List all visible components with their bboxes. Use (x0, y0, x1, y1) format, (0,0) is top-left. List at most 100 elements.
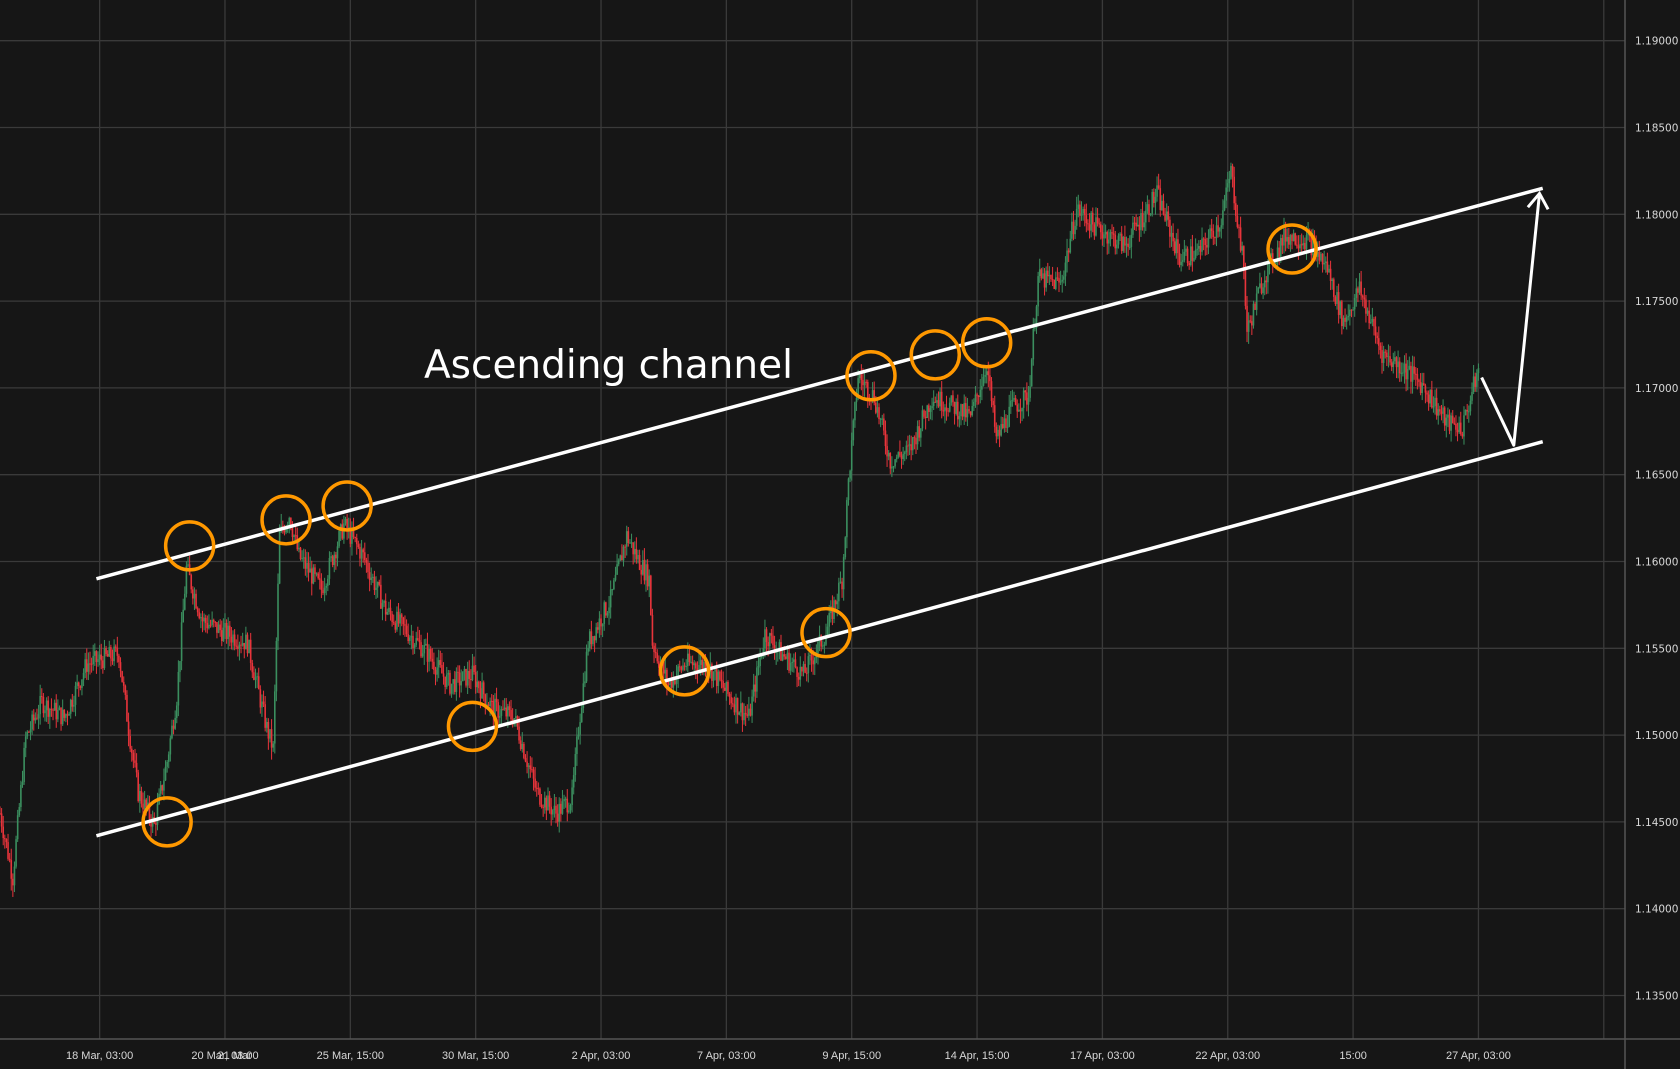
candle-down (237, 646, 239, 649)
candle-down (1381, 350, 1383, 363)
candle-up (1286, 237, 1289, 242)
candle-up (272, 743, 274, 748)
candle-down (733, 704, 736, 713)
candle-up (211, 619, 213, 625)
candle-up (15, 839, 17, 867)
candle-down (523, 743, 525, 758)
candle-down (259, 689, 262, 708)
candle-up (1048, 275, 1051, 277)
candle-up (315, 573, 318, 575)
candle-up (245, 634, 247, 650)
candle-up (447, 672, 450, 675)
candle-down (918, 426, 921, 438)
candle-up (569, 804, 572, 811)
candle-up (1349, 309, 1351, 316)
x-tick-label: 25 Mar, 15:00 (317, 1050, 384, 1062)
candle-down (155, 823, 157, 825)
candle-down (161, 785, 164, 791)
candle-up (606, 613, 609, 616)
candle-up (576, 736, 578, 755)
candle-up (1207, 237, 1210, 248)
candle-up (16, 815, 19, 840)
y-tick-label: 1.17000 (1635, 383, 1678, 395)
candle-down (1043, 273, 1046, 288)
candle-up (298, 547, 300, 550)
candle-down (230, 636, 233, 643)
candle-up (881, 418, 884, 420)
candle-down (1443, 407, 1446, 426)
candle-up (1054, 277, 1057, 289)
candle-down (924, 416, 927, 419)
y-tick-label: 1.14500 (1635, 817, 1678, 829)
candle-down (770, 633, 773, 636)
candle-down (812, 660, 814, 665)
candle-up (1103, 234, 1105, 239)
candle-up (1369, 321, 1372, 324)
candle-up (1193, 257, 1195, 261)
candle-up (813, 657, 816, 665)
candle-up (217, 624, 220, 633)
candle-down (545, 797, 548, 811)
candle-up (664, 669, 667, 674)
candle-down (953, 401, 956, 414)
candle-down (691, 661, 694, 666)
candle-down (765, 629, 768, 643)
candle-up (167, 754, 170, 762)
candle-down (1051, 279, 1054, 281)
candle-up (1109, 232, 1112, 240)
price-chart[interactable]: Ascending channel 1.19000 1.18500 1.18000 1… (0, 0, 1680, 1069)
candle-up (1222, 210, 1224, 226)
candle-down (1099, 224, 1102, 233)
candle-up (503, 707, 506, 710)
candle-down (801, 666, 803, 672)
candle-up (1185, 248, 1187, 252)
candle-down (643, 560, 646, 581)
candle-up (436, 667, 438, 675)
candle-up (481, 682, 483, 699)
candle-up (1467, 411, 1470, 413)
candle-down (952, 395, 954, 402)
y-tick-label: 1.13500 (1635, 991, 1678, 1003)
candle-up (955, 401, 957, 414)
candle-up (450, 683, 453, 694)
candle-down (484, 694, 487, 705)
candle-up (1252, 303, 1255, 326)
candle-up (1156, 185, 1158, 197)
candle-up (1471, 392, 1473, 401)
candle-down (1456, 429, 1459, 433)
candle-down (1164, 214, 1166, 221)
candle-up (166, 761, 168, 767)
candle-up (68, 713, 70, 716)
candle-up (1371, 318, 1374, 322)
candle-up (547, 795, 549, 811)
candle-up (1255, 293, 1258, 310)
candle-down (253, 672, 255, 680)
candle-down (550, 806, 553, 815)
candle-down (12, 878, 14, 886)
candle-down (1067, 250, 1070, 253)
candle-up (254, 677, 257, 680)
candle-down (1056, 277, 1059, 279)
candle-down (1376, 335, 1378, 339)
candle-up (809, 654, 811, 657)
candle-down (542, 806, 544, 808)
candle-down (257, 676, 260, 690)
candle-up (1140, 213, 1142, 231)
candle-down (355, 537, 358, 545)
candle-down (495, 698, 498, 703)
candle-up (330, 556, 332, 558)
candle-down (670, 680, 673, 688)
candle-up (375, 587, 377, 591)
candle-down (723, 687, 726, 691)
candle-down (89, 663, 91, 665)
candle-up (1180, 261, 1182, 266)
candle-up (936, 400, 938, 403)
candle-down (1386, 352, 1388, 357)
candle-down (1453, 423, 1456, 425)
candle-down (10, 860, 13, 879)
candle-down (229, 625, 231, 637)
candle-up (1082, 208, 1084, 214)
candle-up (521, 743, 524, 750)
candle-up (1032, 328, 1035, 360)
candle-down (1244, 267, 1247, 306)
